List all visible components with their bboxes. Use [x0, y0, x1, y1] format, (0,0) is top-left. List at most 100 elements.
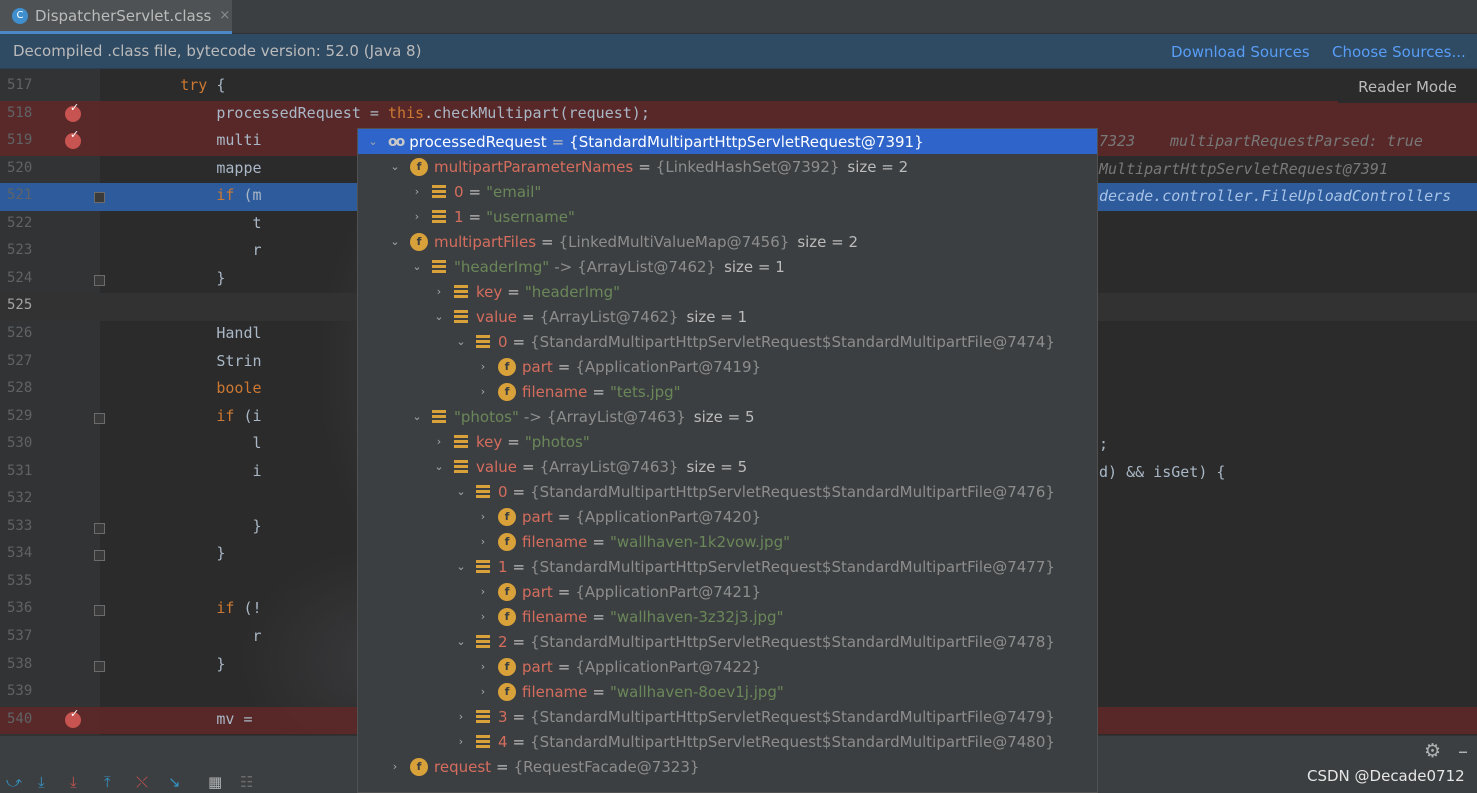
array-element-icon: [476, 560, 490, 573]
fold-marker-icon[interactable]: [94, 550, 105, 562]
chevron-down-icon[interactable]: ⌄: [432, 460, 446, 473]
chevron-down-icon[interactable]: ⌄: [454, 335, 468, 348]
tree-node[interactable]: ⌄ "photos" -> {ArrayList@7463} size = 5: [358, 404, 1097, 429]
array-element-icon: [476, 635, 490, 648]
close-icon[interactable]: ×: [219, 8, 230, 23]
watermark: CSDN @Decade0712: [1307, 767, 1465, 785]
map-arrow: ->: [523, 407, 542, 426]
fold-marker-icon[interactable]: [94, 605, 105, 617]
breakpoint-icon[interactable]: [65, 128, 81, 150]
equals-sign: =: [468, 182, 482, 201]
tree-node[interactable]: › key = "headerImg": [358, 279, 1097, 304]
tree-node[interactable]: › f request = {RequestFacade@7323}: [358, 754, 1097, 779]
variable-name: part: [522, 657, 553, 676]
chevron-down-icon[interactable]: ⌄: [454, 485, 468, 498]
field-icon: f: [498, 532, 516, 551]
tree-node[interactable]: ⌄ 1 = {StandardMultipartHttpServletRequest$…: [358, 554, 1097, 579]
tree-node[interactable]: › f part = {ApplicationPart@7422}: [358, 654, 1097, 679]
tree-node[interactable]: › f part = {ApplicationPart@7420}: [358, 504, 1097, 529]
field-icon: f: [498, 682, 516, 701]
run-to-cursor-icon[interactable]: ↘: [168, 773, 181, 791]
tree-node[interactable]: ⌄ "headerImg" -> {ArrayList@7462} size = 1: [358, 254, 1097, 279]
evaluate-expression-icon[interactable]: ▦: [208, 773, 222, 791]
tree-node[interactable]: › 4 = {StandardMultipartHttpServletRequest$…: [358, 729, 1097, 754]
line-number: 526: [7, 324, 33, 341]
chevron-right-icon[interactable]: ›: [476, 585, 490, 598]
tree-node[interactable]: › f part = {ApplicationPart@7421}: [358, 579, 1097, 604]
equals-sign: =: [521, 307, 535, 326]
fold-marker-icon[interactable]: [94, 274, 105, 286]
tree-node[interactable]: ⌄ f multipartParameterNames = {LinkedHashSet…: [358, 154, 1097, 179]
tree-node[interactable]: › f filename = "wallhaven-8oev1j.jpg": [358, 679, 1097, 704]
variable-name: request: [434, 757, 492, 776]
tree-node[interactable]: › f filename = "tets.jpg": [358, 379, 1097, 404]
reader-mode-button[interactable]: Reader Mode: [1338, 70, 1477, 103]
step-out-icon[interactable]: ⤒: [104, 773, 111, 791]
fold-marker-icon[interactable]: [94, 660, 105, 672]
line-number: 537: [7, 628, 33, 644]
tree-node[interactable]: ⌄ oo processedRequest = {StandardMultipartHt…: [358, 129, 1097, 154]
line-number: 538: [7, 655, 33, 672]
minimize-icon[interactable]: –: [1458, 739, 1468, 763]
tree-node[interactable]: ⌄ 2 = {StandardMultipartHttpServletRequest$…: [358, 629, 1097, 654]
tree-node[interactable]: ⌄ value = {ArrayList@7462} size = 1: [358, 304, 1097, 329]
chevron-right-icon[interactable]: ›: [476, 685, 490, 698]
chevron-down-icon[interactable]: ⌄: [432, 310, 446, 323]
chevron-right-icon[interactable]: ›: [432, 285, 446, 298]
chevron-right-icon[interactable]: ›: [476, 385, 490, 398]
tree-node[interactable]: › f filename = "wallhaven-1k2vow.jpg": [358, 529, 1097, 554]
variable-name: processedRequest: [409, 132, 547, 151]
array-element-icon: [432, 410, 446, 423]
chevron-right-icon[interactable]: ›: [476, 510, 490, 523]
chevron-down-icon[interactable]: ⌄: [410, 260, 424, 273]
chevron-down-icon[interactable]: ⌄: [410, 410, 424, 423]
code-line[interactable]: 518 processedRequest = this.checkMultipa…: [0, 100, 1477, 129]
tree-node[interactable]: ⌄ 0 = {StandardMultipartHttpServletRequest$…: [358, 479, 1097, 504]
chevron-right-icon[interactable]: ›: [410, 210, 424, 223]
chevron-down-icon[interactable]: ⌄: [454, 560, 468, 573]
variable-inspector-popup[interactable]: ⌄ oo processedRequest = {StandardMultipartHt…: [357, 128, 1098, 793]
tree-node[interactable]: ⌄ 0 = {StandardMultipartHttpServletRequest$…: [358, 329, 1097, 354]
chevron-right-icon[interactable]: ›: [388, 760, 402, 773]
chevron-right-icon[interactable]: ›: [410, 185, 424, 198]
chevron-right-icon[interactable]: ›: [476, 610, 490, 623]
tab-dispatcher-servlet[interactable]: C DispatcherServlet.class ×: [0, 0, 232, 34]
chevron-right-icon[interactable]: ›: [432, 435, 446, 448]
trace-icon[interactable]: ☷: [240, 773, 253, 791]
variable-name: 0: [454, 182, 464, 201]
tree-node[interactable]: › f part = {ApplicationPart@7419}: [358, 354, 1097, 379]
gear-icon[interactable]: ⚙: [1424, 740, 1441, 762]
chevron-right-icon[interactable]: ›: [454, 735, 468, 748]
breakpoint-icon[interactable]: [65, 707, 81, 728]
chevron-down-icon[interactable]: ⌄: [388, 235, 402, 248]
line-number: 535: [7, 572, 33, 589]
code-line[interactable]: 517 try {: [0, 73, 1477, 101]
chevron-down-icon[interactable]: ⌄: [454, 635, 468, 648]
tree-node[interactable]: › 1 = "username": [358, 204, 1097, 229]
choose-sources-link[interactable]: Choose Sources...: [1332, 43, 1466, 61]
tree-node[interactable]: › f filename = "wallhaven-3z32j3.jpg": [358, 604, 1097, 629]
tree-node[interactable]: › 3 = {StandardMultipartHttpServletRequest$…: [358, 704, 1097, 729]
chevron-down-icon[interactable]: ⌄: [366, 135, 380, 148]
step-into-icon[interactable]: ⤓: [70, 773, 77, 791]
breakpoint-icon[interactable]: [65, 101, 81, 122]
variable-value: "photos": [524, 432, 590, 451]
chevron-right-icon[interactable]: ›: [476, 535, 490, 548]
show-execution-point-icon[interactable]: ⤻: [6, 773, 22, 791]
tree-node[interactable]: › key = "photos": [358, 429, 1097, 454]
fold-marker-icon[interactable]: [94, 522, 105, 534]
download-sources-link[interactable]: Download Sources: [1171, 43, 1310, 61]
chevron-down-icon[interactable]: ⌄: [388, 160, 402, 173]
chevron-right-icon[interactable]: ›: [476, 660, 490, 673]
chevron-right-icon[interactable]: ›: [476, 360, 490, 373]
drop-frame-icon[interactable]: ⤬: [136, 773, 148, 791]
chevron-right-icon[interactable]: ›: [454, 710, 468, 723]
variable-type: {LinkedHashSet@7392}: [655, 157, 840, 176]
tree-node[interactable]: › 0 = "email": [358, 179, 1097, 204]
variable-type: {ArrayList@7463}: [539, 457, 679, 476]
tree-node[interactable]: ⌄ f multipartFiles = {LinkedMultiValueMap@74…: [358, 229, 1097, 254]
tree-node[interactable]: ⌄ value = {ArrayList@7463} size = 5: [358, 454, 1097, 479]
fold-marker-icon[interactable]: [94, 412, 105, 424]
step-over-icon[interactable]: ⤓: [38, 773, 45, 791]
fold-marker-icon[interactable]: [94, 192, 105, 204]
